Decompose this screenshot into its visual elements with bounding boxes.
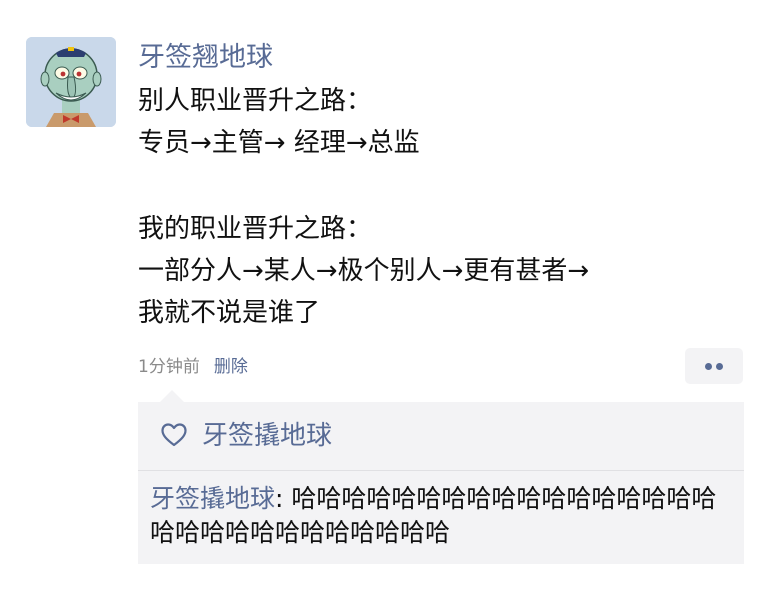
more-dots-icon xyxy=(705,363,712,370)
avatar[interactable] xyxy=(26,37,116,127)
heart-outline-icon xyxy=(160,422,188,448)
comment-item[interactable]: 牙签撬地球: 哈哈哈哈哈哈哈哈哈哈哈哈哈哈哈哈哈哈哈哈哈哈哈哈哈哈哈哈哈 xyxy=(150,482,740,550)
post-line: 我就不说是谁了 xyxy=(138,298,321,328)
post-line: 别人职业晋升之路： xyxy=(138,86,373,116)
delete-link[interactable]: 删除 xyxy=(214,357,248,377)
post-line: 我的职业晋升之路： xyxy=(138,214,373,244)
interaction-panel-arrow xyxy=(160,390,184,402)
likes-row: 牙签撬地球 xyxy=(138,402,744,471)
post-meta: 1分钟前 删除 xyxy=(138,354,248,380)
comment-separator: : xyxy=(275,484,292,513)
post-line: 一部分人→某人→极个别人→更有甚者→ xyxy=(138,256,590,286)
interaction-panel: 牙签撬地球 牙签撬地球: 哈哈哈哈哈哈哈哈哈哈哈哈哈哈哈哈哈哈哈哈哈哈哈哈哈哈哈… xyxy=(138,402,744,564)
post-content: 别人职业晋升之路： 专员→主管→ 经理→总监 我的职业晋升之路： 一部分人→某人… xyxy=(138,80,748,334)
squidward-avatar-image xyxy=(26,37,116,127)
comment-author[interactable]: 牙签撬地球 xyxy=(150,484,275,513)
post-timestamp: 1分钟前 xyxy=(138,357,200,377)
post-line: 专员→主管→ 经理→总监 xyxy=(138,128,420,158)
more-options-button[interactable] xyxy=(685,348,743,384)
more-dots-icon xyxy=(716,363,723,370)
author-name[interactable]: 牙签翘地球 xyxy=(138,40,273,76)
like-user-name[interactable]: 牙签撬地球 xyxy=(202,419,332,453)
